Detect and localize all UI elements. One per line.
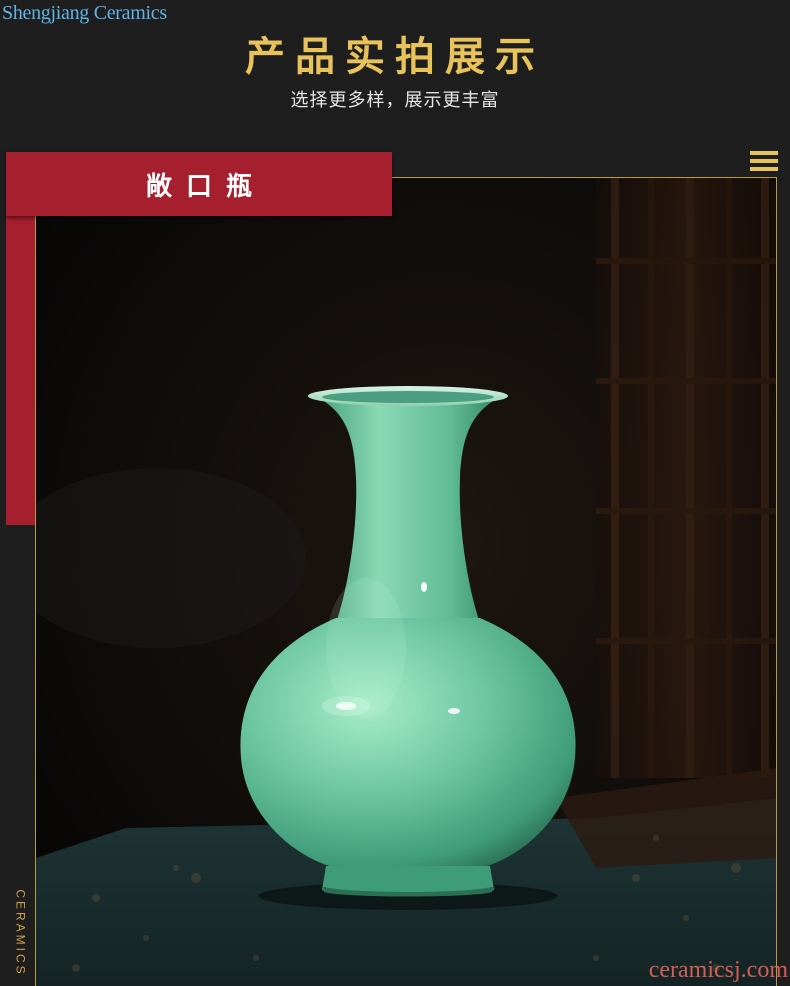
page-title: 产品实拍展示 [245, 33, 545, 80]
product-photo [35, 177, 777, 986]
side-text-label: CERAMICS [14, 889, 28, 977]
product-label-text: 敞口瓶 [145, 171, 266, 202]
side-text: CERAMICS [6, 880, 36, 986]
page-subtitle: 选择更多样，展示更丰富 [290, 90, 500, 111]
watermark: ceramicsj.com [648, 957, 788, 983]
brand-name: Shengjiang Ceramics [2, 2, 167, 24]
menu-icon[interactable] [750, 151, 778, 175]
product-label: 敞口瓶 [6, 152, 392, 216]
